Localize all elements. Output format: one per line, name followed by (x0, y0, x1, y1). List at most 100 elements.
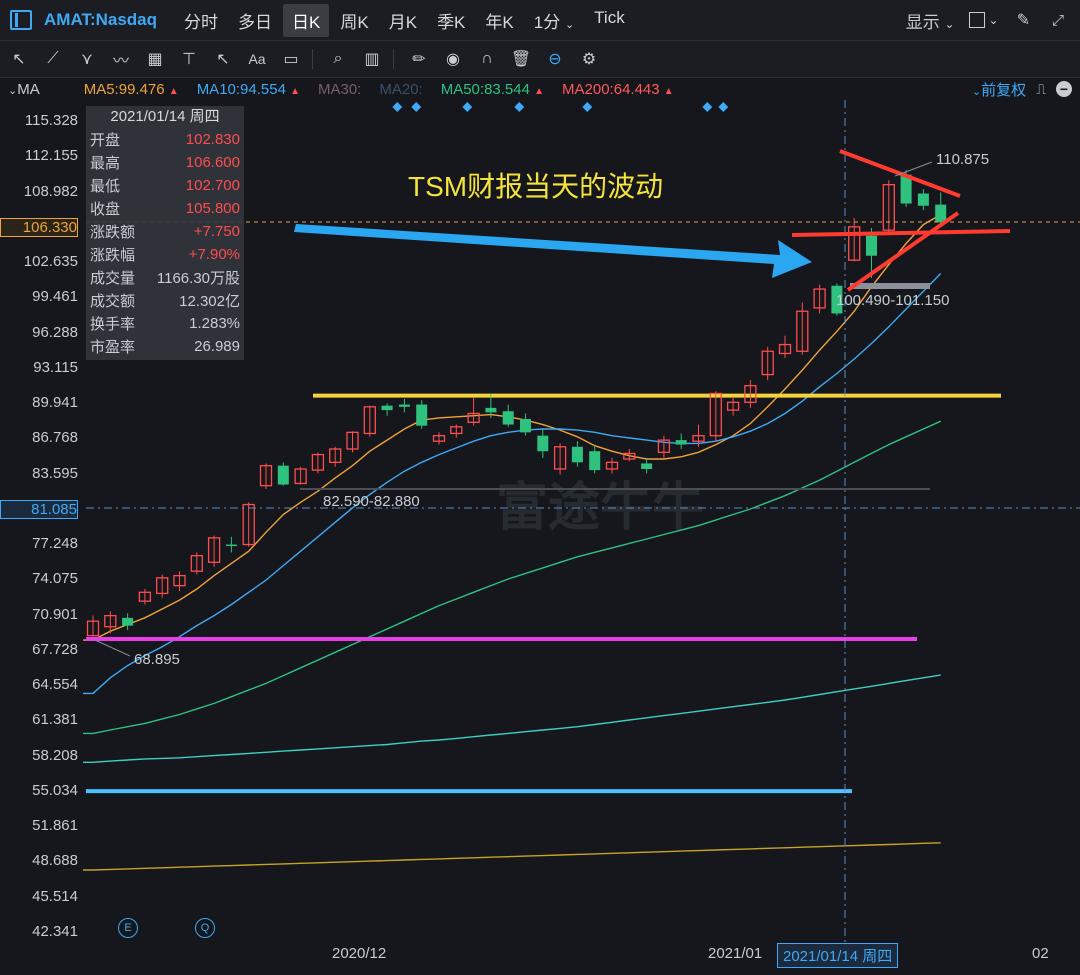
candle-body (398, 404, 410, 407)
event-marker-e[interactable]: E (118, 918, 138, 938)
candle-body (138, 591, 152, 602)
y-tick-label: 45.514 (32, 887, 78, 905)
fullscreen-icon[interactable]: ⤢ (1052, 12, 1064, 29)
indicator-icon[interactable]: ▥ (357, 44, 387, 74)
trash-icon[interactable]: 🗑 (506, 44, 536, 74)
search-icon[interactable]: ⌕ (323, 44, 353, 74)
brush-icon[interactable]: ✎ (1017, 10, 1030, 30)
candle-body (848, 226, 861, 261)
event-diamond (582, 102, 593, 112)
candle-body (467, 412, 480, 423)
up-arrow-icon: ▲ (290, 85, 300, 97)
comment-icon[interactable]: ▭ (276, 44, 306, 74)
info-label: 收盘 (90, 201, 121, 218)
candle-body (450, 426, 463, 435)
drawn-lines (86, 393, 1001, 794)
adjust-selector[interactable]: ⌄前复权 (972, 79, 1026, 100)
y-tick-label: 89.941 (32, 394, 78, 411)
info-value: +7.750 (193, 223, 240, 240)
triangle-mid-line (791, 229, 1011, 237)
y-tick-label: 77.248 (32, 535, 78, 552)
price-axis[interactable]: 115.328 112.155 108.982 106.330 102.635 99.46… (0, 100, 84, 950)
info-row: 市盈率 26.989 (86, 335, 244, 358)
arrow-tool-icon[interactable]: ↖ (208, 44, 238, 74)
y-tick-label: 86.768 (32, 429, 78, 447)
ma-value-2: MA30: (318, 80, 362, 98)
tab-1min-label: 1分 (533, 12, 561, 32)
info-row: 最低 102.700 (86, 174, 244, 197)
info-value: 102.830 (185, 131, 240, 148)
candle-body (311, 453, 325, 471)
y-tick-label: 81.085 (0, 499, 78, 519)
pencil-icon[interactable]: ✏ (404, 44, 434, 74)
top-bar: AMAT:Nasdaq 分时 多日 日K 周K 月K 季K 年K 1分 ⌄ Ti… (0, 0, 1080, 40)
candle-body (900, 174, 912, 204)
y-tick-label: 102.635 (23, 253, 78, 270)
y-tick-label: 93.115 (33, 358, 78, 376)
info-row: 成交额 12.302亿 (86, 289, 244, 312)
polyline-tool-icon[interactable]: ⋎ (72, 44, 102, 74)
wave-tool-icon[interactable]: 〰 (106, 44, 136, 74)
info-row: 成交量 1166.30万股 (86, 266, 244, 289)
tab-monthly-k[interactable]: 月K (380, 4, 426, 37)
info-row: 最高 106.600 (86, 151, 244, 174)
crosshair-date-label: 2021/01/14 周四 (777, 943, 899, 968)
gear-icon[interactable]: ⚙ (574, 44, 604, 74)
candle-body (813, 288, 826, 309)
tab-quarterly-k[interactable]: 季K (428, 4, 474, 37)
magnet-icon[interactable]: ∩ (472, 44, 502, 74)
tab-timeshare[interactable]: 分时 (175, 4, 227, 37)
candle-body (242, 503, 255, 546)
y-tick-label: 58.208 (32, 746, 78, 764)
tab-yearly-k[interactable]: 年K (476, 4, 522, 37)
remove-icon[interactable]: − (1056, 81, 1072, 97)
fib-tool-icon[interactable]: ▦ (140, 44, 170, 74)
checkbox-icon[interactable] (968, 12, 985, 28)
low-label: 68.895 (134, 651, 180, 668)
text-tool-icon[interactable]: Aa (242, 44, 272, 74)
info-row: 涨跌幅 +7.90% (86, 243, 244, 266)
candle-body (571, 446, 583, 463)
event-diamond (514, 102, 525, 112)
candle-body (381, 405, 393, 411)
display-menu[interactable]: 显示 ⌄ (906, 8, 955, 33)
y-tick-label: 115.328 (24, 112, 78, 129)
candle-body (935, 204, 947, 223)
info-value: 102.700 (185, 177, 240, 194)
info-label: 市盈率 (90, 339, 136, 356)
line-tool-icon[interactable]: ⟋ (38, 44, 68, 74)
vertical-line-icon[interactable]: ⊤ (174, 44, 204, 74)
info-label: 成交额 (90, 293, 136, 310)
chevron-down-icon: ⌄ (944, 16, 955, 31)
tab-weekly-k[interactable]: 周K (331, 4, 377, 37)
cursor-icon[interactable]: ↖ (4, 44, 34, 74)
info-label: 涨跌额 (90, 224, 136, 241)
info-value: 12.302亿 (179, 293, 240, 310)
y-tick-label: 83.595 (32, 464, 78, 482)
info-value: 1.283% (189, 315, 240, 332)
y-tick-label: 70.901 (32, 605, 78, 623)
candle-body (104, 614, 117, 628)
watermark: 富途牛牛 (496, 479, 704, 537)
chart-settings-icon[interactable]: ⎍ (1036, 81, 1046, 98)
event-marker-q[interactable]: Q (195, 918, 215, 938)
ma-selector[interactable]: ⌄MA (8, 81, 40, 98)
tab-daily-k[interactable]: 日K (283, 3, 330, 37)
annotation-arrow (294, 224, 812, 278)
tab-tick[interactable]: Tick (585, 4, 634, 37)
candle-body (866, 235, 877, 256)
event-diamond (392, 102, 403, 112)
display-menu-label: 显示 (905, 12, 940, 32)
chevron-down-icon[interactable]: ⌄ (989, 13, 999, 27)
symbol-title[interactable]: AMAT:Nasdaq (44, 10, 157, 30)
sidebar-toggle-icon[interactable] (10, 10, 32, 30)
x-label-2020-12: 2020/12 (332, 945, 387, 962)
eye-icon[interactable]: ◉ (438, 44, 468, 74)
x-label-2021-01: 2021/01 (708, 945, 763, 962)
tab-multiday[interactable]: 多日 (229, 4, 281, 37)
tab-1min[interactable]: 1分 ⌄ (525, 4, 583, 37)
info-label: 换手率 (90, 316, 136, 333)
ma-selector-label: MA (17, 80, 40, 98)
event-diamond (411, 102, 422, 112)
sync-icon[interactable]: ⊖ (540, 44, 570, 74)
